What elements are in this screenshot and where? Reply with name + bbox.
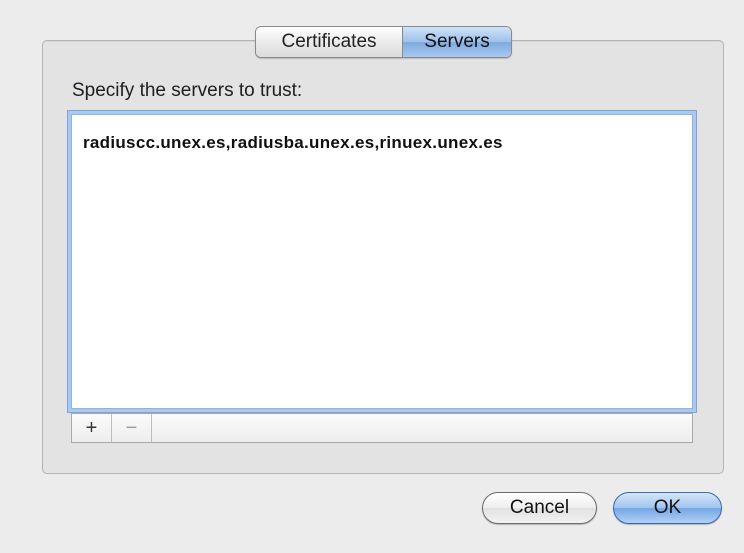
list-button-bar: + − [71,413,693,443]
tab-bar: Certificates Servers [255,26,512,58]
ok-button[interactable]: OK [613,492,722,524]
servers-list[interactable]: radiuscc.unex.es,radiusba.unex.es,rinuex… [71,114,693,409]
list-item[interactable]: radiuscc.unex.es,radiusba.unex.es,rinuex… [83,133,503,153]
tab-servers[interactable]: Servers [403,27,511,57]
remove-server-button[interactable]: − [112,414,152,442]
servers-instruction-label: Specify the servers to trust: [72,80,303,101]
add-server-button[interactable]: + [72,414,112,442]
cancel-button[interactable]: Cancel [482,492,597,524]
tab-certificates[interactable]: Certificates [256,27,403,57]
